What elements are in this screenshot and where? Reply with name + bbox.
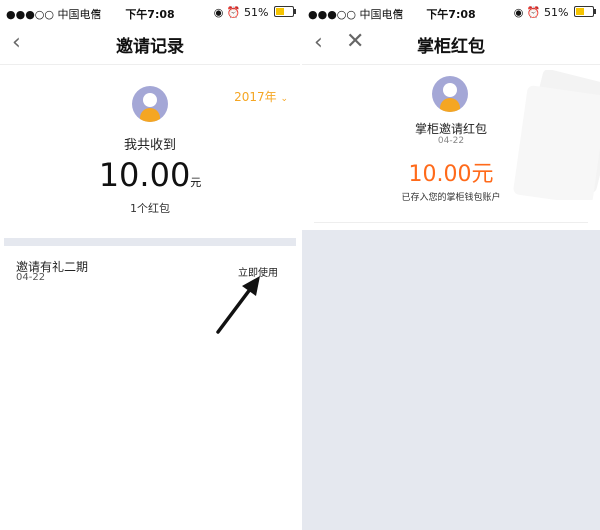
page-title: 掌柜红包 xyxy=(417,37,485,57)
page-title: 邀请记录 xyxy=(116,37,184,57)
year-selector[interactable]: 2017年 ⌄ xyxy=(234,88,288,105)
status-bar: ●●●○○ 中国电信 ≋ 下午7:08 ◉ ⏰ 51% xyxy=(302,0,600,24)
item-date: 04-22 xyxy=(16,272,46,283)
amount-unit: 元 xyxy=(190,176,202,189)
status-bar: ●●●○○ 中国电信 ≋ 下午7:08 ◉ ⏰ 51% xyxy=(0,0,300,24)
nav-bar: ‹ 邀请记录 xyxy=(0,24,300,65)
empty-area xyxy=(302,230,600,530)
status-right: ◉ ⏰ 51% xyxy=(213,6,296,19)
lock-icon: ◉ xyxy=(513,6,524,19)
chevron-down-icon: ⌄ xyxy=(280,94,288,104)
alarm-icon: ⏰ xyxy=(226,6,241,19)
shopkeeper-red-packet-screen: ●●●○○ 中国电信 ≋ 下午7:08 ◉ ⏰ 51% ‹ ✕ 掌柜红包 掌柜邀… xyxy=(302,0,600,530)
battery-icon xyxy=(274,6,296,17)
packet-title: 掌柜邀请红包 xyxy=(414,122,487,136)
battery-percent: 51% xyxy=(244,6,269,19)
invite-records-screen: ●●●○○ 中国电信 ≋ 下午7:08 ◉ ⏰ 51% ‹ 邀请记录 2017年… xyxy=(0,0,300,530)
received-label: 我共收到 xyxy=(123,138,176,153)
amount-value: 10.00 xyxy=(98,156,191,194)
battery-percent: 51% xyxy=(544,6,569,19)
alarm-icon: ⏰ xyxy=(526,6,541,19)
battery-icon xyxy=(574,6,596,17)
packet-amount: 10.00元 xyxy=(408,162,494,187)
divider-band xyxy=(4,238,296,246)
packet-count: 1个红包 xyxy=(130,202,170,215)
divider xyxy=(314,222,588,223)
pointer-arrow-icon xyxy=(216,276,260,334)
avatar xyxy=(132,86,168,122)
packet-date: 04-22 xyxy=(437,136,465,146)
deposit-note: 已存入您的掌柜钱包账户 xyxy=(401,193,501,203)
nav-bar: ‹ ✕ 掌柜红包 xyxy=(302,24,600,65)
total-amount: 10.00元 xyxy=(0,156,300,194)
year-label: 2017年 xyxy=(234,90,277,104)
lock-icon: ◉ xyxy=(213,6,224,19)
avatar xyxy=(432,76,468,112)
status-right: ◉ ⏰ 51% xyxy=(513,6,596,19)
